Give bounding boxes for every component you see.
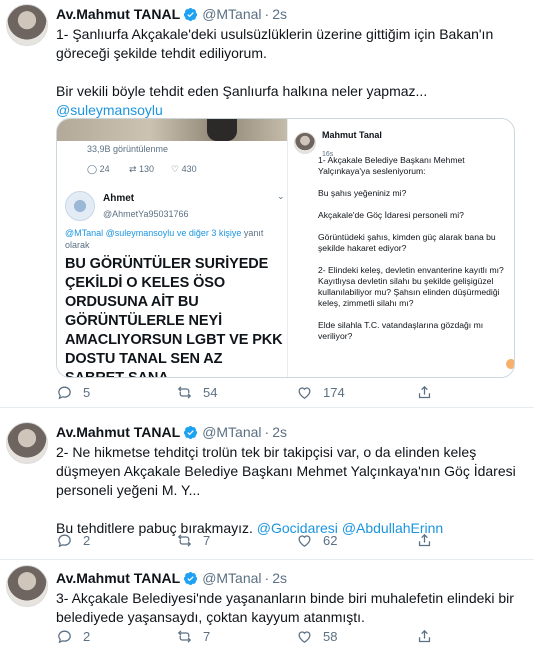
- author-handle[interactable]: @MTanal: [202, 5, 261, 23]
- retweet-icon: [177, 534, 192, 547]
- avatar[interactable]: [6, 422, 48, 464]
- view-count: 33,9B görüntülenme: [87, 144, 169, 154]
- verified-badge-icon: [184, 425, 198, 439]
- tweet-media[interactable]: 33,9B görüntülenme ◯ 24 ⇄ 130 ♡ 430 Ahme…: [56, 118, 515, 378]
- reply-author-handle: @AhmetYa95031766: [103, 209, 189, 219]
- tweet-actions: 2 7 62: [56, 532, 534, 549]
- embedded-avatar: [294, 132, 316, 154]
- share-icon: [418, 385, 431, 399]
- separator-dot: ·: [264, 570, 270, 586]
- author-name[interactable]: Av.Mahmut TANAL: [56, 5, 180, 23]
- tweet-header: Av.Mahmut TANAL @MTanal · 2s: [56, 5, 526, 23]
- tweet-header: Av.Mahmut TANAL @MTanal · 2s: [56, 569, 526, 587]
- author-handle[interactable]: @MTanal: [202, 569, 261, 587]
- heart-icon: [298, 631, 311, 643]
- mini-reply: ◯ 24: [87, 164, 110, 174]
- tweet-text: 3- Akçakale Belediyesi'nde yaşananların …: [56, 589, 526, 627]
- mini-actions: ◯ 24 ⇄ 130 ♡ 430: [87, 164, 213, 175]
- mention-link[interactable]: @suleymansoylu: [56, 102, 163, 118]
- reply-icon: [58, 534, 71, 548]
- retweet-icon: ⇄: [129, 164, 140, 174]
- avatar[interactable]: [6, 4, 48, 46]
- reply-icon: ◯: [87, 164, 100, 174]
- tweet-text-segment: 3- Akçakale Belediyesi'nde yaşananların …: [56, 590, 518, 625]
- reply-avatar: [65, 191, 95, 221]
- media-image-right[interactable]: Mahmut Tanal 16s 1- Akçakale Belediye Ba…: [287, 119, 514, 377]
- embedded-tweet-text: 1- Akçakale Belediye Başkanı Mehmet Yalç…: [318, 155, 504, 341]
- share-button[interactable]: [416, 628, 534, 645]
- reply-button[interactable]: 2: [56, 532, 176, 549]
- threat-text: BU GÖRÜNTÜLER SURİYEDE ÇEKİLDİ O KELES Ö…: [65, 256, 283, 378]
- tweet-actions: 5 54 174: [56, 384, 534, 401]
- reply-button[interactable]: 2: [56, 628, 176, 645]
- share-icon: [418, 629, 431, 643]
- retweet-icon: [177, 630, 192, 643]
- avatar[interactable]: [6, 565, 48, 607]
- replying-to: @MTanal @suleymansoylu ve diğer 3 kişiye…: [65, 228, 264, 250]
- like-button[interactable]: 62: [296, 532, 416, 549]
- share-icon: [418, 533, 431, 547]
- reply-icon: [58, 386, 71, 400]
- reply-button[interactable]: 5: [56, 384, 176, 401]
- retweet-button[interactable]: 7: [176, 532, 296, 549]
- author-name[interactable]: Av.Mahmut TANAL: [56, 423, 180, 441]
- tweet-time[interactable]: 2s: [272, 423, 287, 441]
- tweet-1[interactable]: Av.Mahmut TANAL @MTanal · 2s 1- Şanlıurf…: [0, 0, 534, 408]
- mini-like: ♡ 430: [171, 164, 197, 174]
- heart-icon: [298, 535, 311, 547]
- heart-icon: [298, 387, 311, 399]
- share-button[interactable]: [416, 532, 534, 549]
- tweet-3[interactable]: Av.Mahmut TANAL @MTanal · 2s 3- Akçakale…: [0, 560, 534, 662]
- separator-dot: ·: [264, 6, 270, 22]
- retweet-icon: [177, 386, 192, 399]
- heart-icon: ♡: [171, 164, 182, 174]
- tweet-text-segment: 1- Şanlıurfa Akçakale'deki usulsüzlükler…: [56, 26, 494, 99]
- author-name[interactable]: Av.Mahmut TANAL: [56, 569, 180, 587]
- tweet-header: Av.Mahmut TANAL @MTanal · 2s: [56, 423, 526, 441]
- like-button[interactable]: 174: [296, 384, 416, 401]
- separator-dot: ·: [264, 424, 270, 440]
- tweet-actions: 2 7 58: [56, 628, 534, 645]
- retweet-button[interactable]: 7: [176, 628, 296, 645]
- mini-retweet: ⇄ 130: [129, 164, 155, 174]
- verified-badge-icon: [184, 7, 198, 21]
- video-thumbnail: [57, 119, 287, 141]
- tweet-time[interactable]: 2s: [272, 5, 287, 23]
- tweet-2[interactable]: Av.Mahmut TANAL @MTanal · 2s 2- Ne hikme…: [0, 408, 534, 560]
- timeline-feed: Av.Mahmut TANAL @MTanal · 2s 1- Şanlıurf…: [0, 0, 534, 662]
- retweet-button[interactable]: 54: [176, 384, 296, 401]
- badge-icon: [506, 359, 514, 369]
- reply-author-name: Ahmet: [103, 193, 135, 204]
- verified-badge-icon: [184, 571, 198, 585]
- tweet-time[interactable]: 2s: [272, 569, 287, 587]
- tweet-text: 2- Ne hikmetse tehditçi trolün tek bir t…: [56, 443, 526, 538]
- reply-icon: [58, 630, 71, 644]
- like-button[interactable]: 58: [296, 628, 416, 645]
- reply-author-row: Ahmet @AhmetYa95031766 ⌄: [65, 191, 285, 227]
- media-image-left[interactable]: 33,9B görüntülenme ◯ 24 ⇄ 130 ♡ 430 Ahme…: [57, 119, 287, 377]
- chevron-down-icon: ⌄: [277, 191, 285, 201]
- embedded-author-name: Mahmut Tanal: [322, 130, 382, 140]
- author-handle[interactable]: @MTanal: [202, 423, 261, 441]
- share-button[interactable]: [416, 384, 534, 401]
